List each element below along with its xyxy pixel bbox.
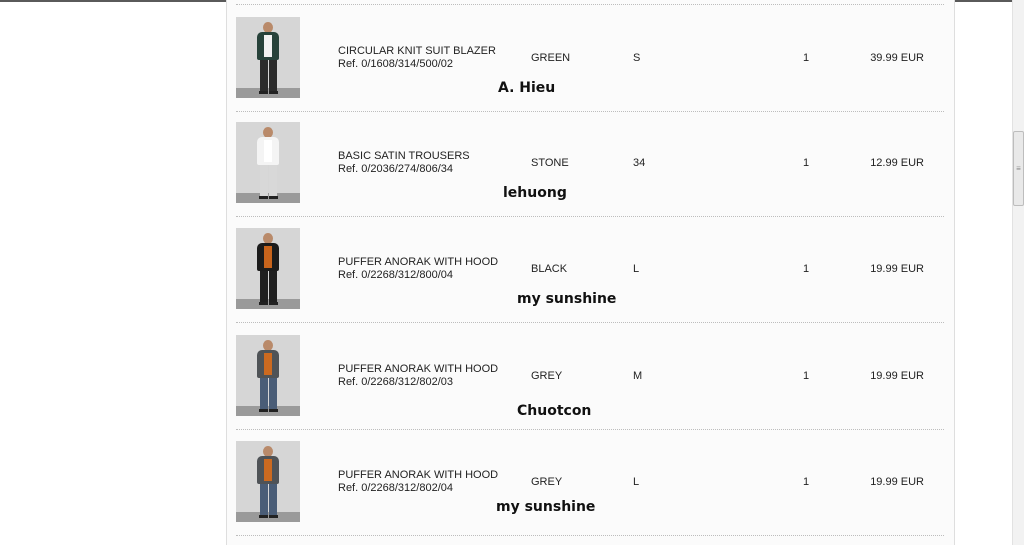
product-price: 19.99 EUR: [870, 263, 924, 275]
person-in-anorak-icon[interactable]: [236, 228, 300, 309]
thumbnail-floor: [236, 88, 300, 98]
product-price: 39.99 EUR: [870, 52, 924, 64]
thumbnail-floor: [236, 406, 300, 416]
model-right-shoe: [269, 196, 278, 199]
order-item-row: PUFFER ANORAK WITH HOOD Ref. 0/2268/312/…: [236, 323, 944, 430]
product-name[interactable]: PUFFER ANORAK WITH HOOD: [338, 256, 498, 269]
order-item-row: CIRCULAR KNIT SUIT BLAZER Ref. 0/1608/31…: [236, 4, 944, 112]
model-inner-shirt: [264, 140, 272, 162]
model-left-shoe: [259, 409, 268, 412]
model-left-leg: [260, 378, 268, 410]
thumbnail-floor: [236, 512, 300, 522]
model-right-leg: [269, 60, 277, 92]
handwritten-name: lehuong: [503, 185, 567, 201]
order-item-row: PUFFER ANORAK WITH HOOD Ref. 0/2268/312/…: [236, 216, 944, 323]
handwritten-name: my sunshine: [496, 499, 596, 515]
model-right-shoe: [269, 302, 278, 305]
model-right-leg: [269, 271, 277, 303]
product-size: 34: [633, 157, 646, 169]
model-right-shoe: [269, 515, 278, 518]
product-ref: Ref. 0/2268/312/802/03: [338, 376, 453, 388]
model-right-shoe: [269, 91, 278, 94]
product-color: GREEN: [531, 52, 571, 64]
product-size: M: [633, 370, 643, 382]
product-size: S: [633, 52, 641, 64]
thumbnail-floor: [236, 299, 300, 309]
model-right-leg: [269, 378, 277, 410]
product-name[interactable]: PUFFER ANORAK WITH HOOD: [338, 469, 498, 482]
model-inner-shirt: [264, 35, 272, 57]
product-quantity: 1: [803, 157, 810, 169]
product-quantity: 1: [803, 263, 810, 275]
handwritten-name: Chuotcon: [517, 403, 592, 419]
product-ref: Ref. 0/2268/312/802/04: [338, 482, 453, 494]
model-inner-shirt: [264, 353, 272, 375]
product-name[interactable]: CIRCULAR KNIT SUIT BLAZER: [338, 45, 496, 58]
product-color: STONE: [531, 157, 569, 169]
model-left-shoe: [259, 302, 268, 305]
model-left-leg: [260, 484, 268, 516]
model-inner-shirt: [264, 246, 272, 268]
product-size: L: [633, 263, 640, 275]
order-items-panel: CIRCULAR KNIT SUIT BLAZER Ref. 0/1608/31…: [226, 0, 955, 545]
product-price: 19.99 EUR: [870, 476, 924, 488]
model-left-leg: [260, 60, 268, 92]
product-color: BLACK: [531, 263, 568, 275]
person-in-blazer-icon[interactable]: [236, 17, 300, 98]
handwritten-name: A. Hieu: [498, 80, 556, 96]
product-quantity: 1: [803, 52, 810, 64]
product-ref: Ref. 0/2036/274/806/34: [338, 163, 453, 175]
model-left-shoe: [259, 196, 268, 199]
model-left-leg: [260, 165, 268, 197]
person-in-anorak-icon[interactable]: [236, 441, 300, 522]
model-right-leg: [269, 165, 277, 197]
person-in-trousers-icon[interactable]: [236, 122, 300, 203]
product-price: 12.99 EUR: [870, 157, 924, 169]
product-quantity: 1: [803, 370, 810, 382]
thumbnail-floor: [236, 193, 300, 203]
model-inner-shirt: [264, 459, 272, 481]
product-size: L: [633, 476, 640, 488]
person-in-anorak-icon[interactable]: [236, 335, 300, 416]
product-color: GREY: [531, 370, 563, 382]
model-right-leg: [269, 484, 277, 516]
product-ref: Ref. 0/1608/314/500/02: [338, 58, 453, 70]
product-quantity: 1: [803, 476, 810, 488]
handwritten-name: my sunshine: [517, 291, 617, 307]
product-price: 19.99 EUR: [870, 370, 924, 382]
scrollbar-thumb[interactable]: ≡: [1013, 131, 1024, 206]
model-left-shoe: [259, 515, 268, 518]
product-color: GREY: [531, 476, 563, 488]
product-name[interactable]: PUFFER ANORAK WITH HOOD: [338, 363, 498, 376]
model-right-shoe: [269, 409, 278, 412]
product-name[interactable]: BASIC SATIN TROUSERS: [338, 150, 470, 163]
model-left-shoe: [259, 91, 268, 94]
product-ref: Ref. 0/2268/312/800/04: [338, 269, 453, 281]
order-item-row: BASIC SATIN TROUSERS Ref. 0/2036/274/806…: [236, 110, 944, 217]
order-item-row: PUFFER ANORAK WITH HOOD Ref. 0/2268/312/…: [236, 429, 944, 536]
vertical-scrollbar[interactable]: [1012, 0, 1024, 545]
model-left-leg: [260, 271, 268, 303]
